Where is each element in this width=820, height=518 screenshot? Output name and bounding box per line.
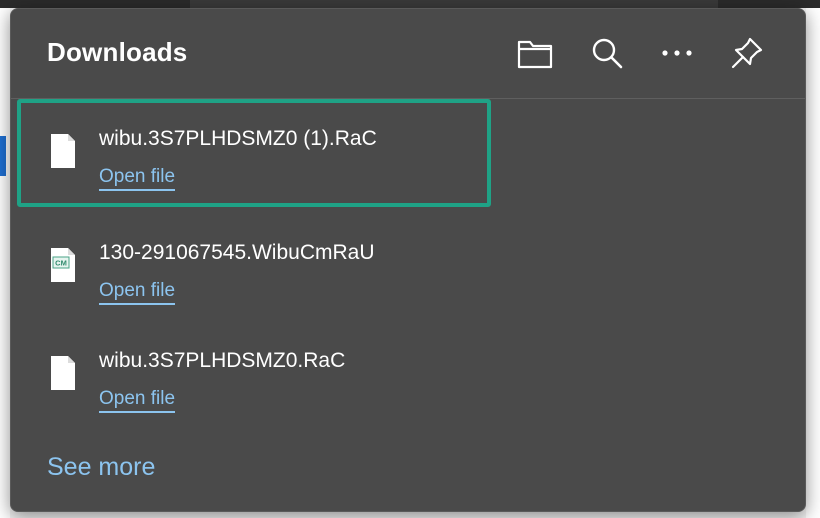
cm-file-icon: CM bbox=[51, 248, 75, 282]
cm-icon-label: CM bbox=[55, 259, 67, 268]
tab-strip-segment bbox=[190, 0, 718, 8]
pin-downloads-button[interactable] bbox=[725, 31, 769, 75]
download-file-name: 130-291067545.WibuCmRaU bbox=[99, 241, 375, 264]
open-downloads-folder-button[interactable] bbox=[513, 31, 557, 75]
see-more-link[interactable]: See more bbox=[47, 453, 155, 482]
open-file-link[interactable]: Open file bbox=[99, 167, 176, 191]
download-item[interactable]: wibu.3S7PLHDSMZ0 (1).RaC Open file bbox=[17, 99, 491, 207]
page-background-left bbox=[0, 8, 10, 518]
open-file-link[interactable]: Open file bbox=[99, 389, 176, 413]
download-item[interactable]: wibu.3S7PLHDSMZ0.RaC Open file bbox=[17, 317, 491, 425]
download-item[interactable]: CM 130-291067545.WibuCmRaU Open file bbox=[17, 209, 491, 317]
search-downloads-button[interactable] bbox=[585, 31, 629, 75]
download-file-name: wibu.3S7PLHDSMZ0.RaC bbox=[99, 349, 346, 372]
file-icon bbox=[51, 356, 75, 390]
file-icon bbox=[51, 134, 75, 168]
search-icon bbox=[592, 38, 623, 69]
page-background-right bbox=[806, 8, 820, 518]
pin-icon bbox=[731, 37, 763, 69]
downloads-header: Downloads bbox=[11, 9, 805, 99]
page-accent bbox=[0, 136, 6, 176]
panel-title: Downloads bbox=[47, 37, 188, 67]
download-file-name: wibu.3S7PLHDSMZ0 (1).RaC bbox=[99, 127, 377, 150]
downloads-panel: Downloads wibu.3S7PLHDSMZ0 (1).RaC Open … bbox=[10, 8, 806, 512]
browser-tab-strip bbox=[0, 0, 820, 8]
more-options-button[interactable] bbox=[655, 31, 699, 75]
open-file-link[interactable]: Open file bbox=[99, 281, 176, 305]
folder-icon bbox=[517, 40, 553, 69]
more-icon bbox=[662, 50, 692, 56]
